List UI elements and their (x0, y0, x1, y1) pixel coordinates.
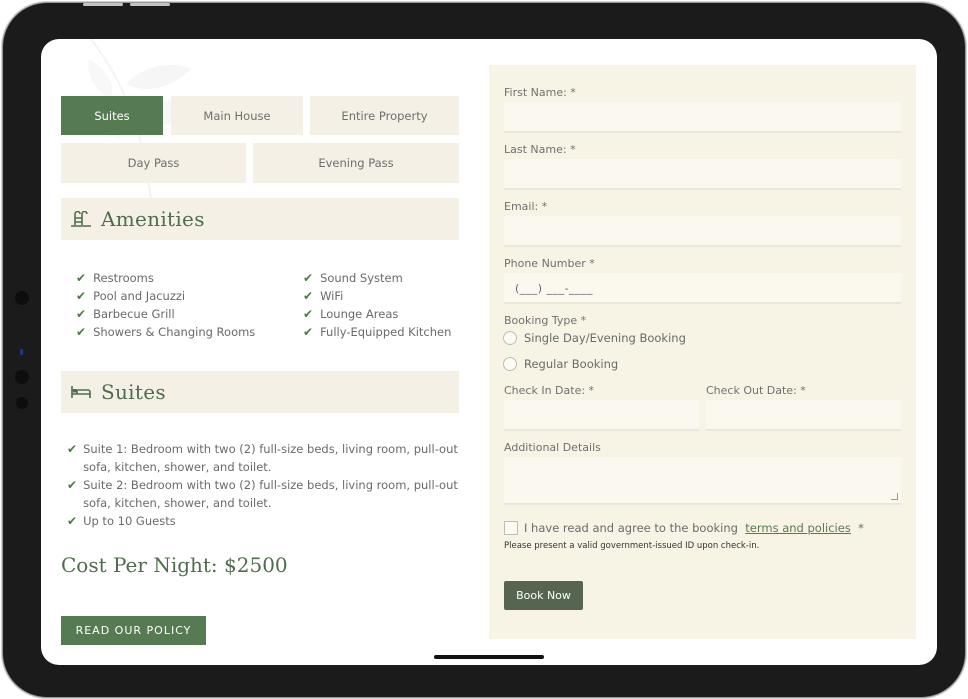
check-out-label: Check Out Date: * (706, 384, 806, 397)
additional-details-textarea[interactable] (504, 457, 901, 505)
bed-icon (61, 385, 101, 399)
radio-button[interactable] (503, 331, 517, 345)
cost-per-night: Cost Per Night: $2500 (61, 553, 288, 577)
agree-text: I have read and agree to the booking ter… (524, 521, 864, 535)
suite-list-item: ✔ Up to 10 Guests (67, 514, 176, 528)
amenity-item: ✔ Fully-Equipped Kitchen (303, 325, 452, 339)
id-note: Please present a valid government-issued… (504, 541, 760, 551)
suites-header: Suites (61, 371, 459, 413)
check-in-label: Check In Date: * (504, 384, 595, 397)
radio-button[interactable] (503, 357, 517, 371)
phone-placeholder: (___) ___-____ (515, 282, 594, 295)
amenity-item: ✔ WiFi (303, 289, 344, 303)
camera-dot (15, 291, 29, 305)
phone-input[interactable]: (___) ___-____ (504, 273, 901, 304)
booking-form: First Name: * Last Name: * Email: * Phon… (489, 65, 916, 639)
amenity-item: ✔ Sound System (303, 271, 403, 285)
booking-option-single-day[interactable]: Single Day/Evening Booking (503, 331, 686, 345)
amenities-title: Amenities (101, 207, 205, 231)
check-icon: ✔ (76, 325, 87, 339)
suite-list-item: ✔ Suite 2: Bedroom with two (2) full-size… (67, 478, 458, 510)
tab-suites[interactable]: Suites (61, 96, 163, 135)
tab-entire-property[interactable]: Entire Property (310, 96, 459, 135)
check-icon: ✔ (76, 289, 87, 303)
phone-label: Phone Number * (504, 257, 595, 270)
screen: Suites Main House Entire Property Day Pa… (41, 39, 937, 665)
sensor-dot (16, 397, 28, 409)
sensor-dot (15, 370, 29, 384)
check-icon: ✔ (303, 307, 314, 321)
indicator-light (20, 349, 23, 355)
email-input[interactable] (504, 216, 901, 247)
check-in-date-input[interactable] (504, 400, 699, 431)
suites-title: Suites (101, 380, 166, 404)
check-icon: ✔ (76, 271, 87, 285)
resize-handle-icon[interactable] (891, 493, 898, 500)
hardware-button (130, 3, 170, 6)
suite-list-item: ✔ Suite 1: Bedroom with two (2) full-size… (67, 442, 458, 474)
email-label: Email: * (504, 200, 548, 213)
amenities-header: Amenities (61, 198, 459, 240)
last-name-input[interactable] (504, 159, 901, 190)
tab-main-house[interactable]: Main House (171, 96, 303, 135)
home-indicator (434, 655, 544, 659)
check-icon: ✔ (67, 442, 78, 456)
read-policy-button[interactable]: READ OUR POLICY (61, 616, 206, 645)
check-icon: ✔ (303, 289, 314, 303)
check-icon: ✔ (303, 325, 314, 339)
first-name-input[interactable] (504, 102, 901, 133)
booking-type-label: Booking Type * (504, 314, 587, 327)
amenity-item: ✔ Showers & Changing Rooms (76, 325, 256, 339)
book-now-button[interactable]: Book Now (504, 581, 583, 610)
amenity-item: ✔ Pool and Jacuzzi (76, 289, 186, 303)
amenity-item: ✔ Lounge Areas (303, 307, 399, 321)
check-icon: ✔ (67, 514, 78, 528)
details-label: Additional Details (504, 441, 601, 454)
amenity-item: ✔ Barbecue Grill (76, 307, 175, 321)
check-icon: ✔ (67, 478, 78, 492)
agree-checkbox[interactable] (504, 521, 518, 535)
terms-link[interactable]: terms and policies (745, 521, 851, 535)
hardware-button (83, 3, 123, 6)
pool-ladder-icon (61, 211, 101, 227)
booking-option-regular[interactable]: Regular Booking (503, 357, 618, 371)
amenity-item: ✔ Restrooms (76, 271, 154, 285)
check-icon: ✔ (303, 271, 314, 285)
tablet-frame: Suites Main House Entire Property Day Pa… (3, 3, 965, 697)
first-name-label: First Name: * (504, 86, 576, 99)
check-icon: ✔ (76, 307, 87, 321)
tab-day-pass[interactable]: Day Pass (61, 143, 246, 183)
tab-evening-pass[interactable]: Evening Pass (253, 143, 459, 183)
check-out-date-input[interactable] (706, 400, 901, 431)
last-name-label: Last Name: * (504, 143, 576, 156)
